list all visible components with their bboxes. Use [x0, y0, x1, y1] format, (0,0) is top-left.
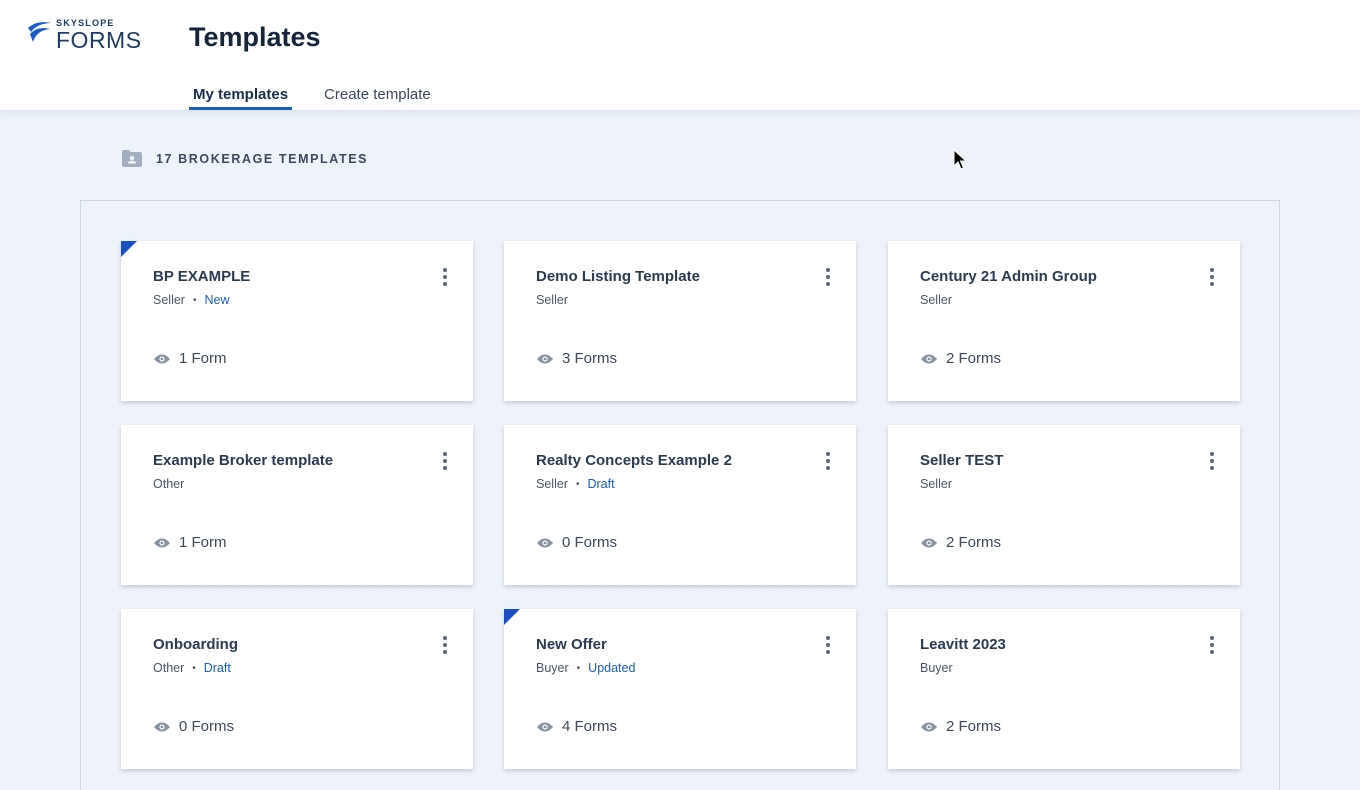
forms-count-label: 0 Forms: [179, 718, 235, 735]
section-heading: 17 BROKERAGE TEMPLATES: [122, 150, 368, 167]
template-card[interactable]: Seller TEST Seller 2 Forms: [888, 425, 1240, 585]
forms-count-label: 0 Forms: [562, 534, 618, 551]
template-type: Seller: [920, 477, 952, 491]
logo-wordmark: SKYSLOPE FORMS: [56, 18, 142, 52]
template-card[interactable]: BP EXAMPLE Seller • New 1 Form: [121, 241, 473, 401]
new-flag-marker: [121, 241, 137, 257]
template-meta: Buyer • Updated: [536, 661, 635, 675]
template-card[interactable]: Onboarding Other • Draft 0 Forms: [121, 609, 473, 769]
more-options-icon[interactable]: [822, 451, 834, 471]
tab-create-template[interactable]: Create template: [320, 82, 435, 110]
tab-my-templates[interactable]: My templates: [189, 82, 293, 110]
template-title: Century 21 Admin Group: [920, 268, 1097, 285]
eye-icon: [921, 722, 937, 731]
separator-dot: •: [575, 478, 580, 490]
template-card[interactable]: Leavitt 2023 Buyer 2 Forms: [888, 609, 1240, 769]
template-meta: Buyer: [920, 661, 953, 675]
eye-icon: [154, 722, 170, 731]
template-title: Leavitt 2023: [920, 636, 1006, 653]
template-title: Onboarding: [153, 636, 238, 653]
forms-count[interactable]: 2 Forms: [920, 718, 1001, 735]
template-card[interactable]: Realty Concepts Example 2 Seller • Draft 0 F…: [504, 425, 856, 585]
forms-count-label: 4 Forms: [562, 718, 618, 735]
template-type: Seller: [153, 293, 185, 307]
forms-count[interactable]: 2 Forms: [920, 534, 1001, 551]
template-meta: Seller • New: [153, 293, 230, 307]
more-options-icon[interactable]: [439, 635, 451, 655]
forms-count-label: 1 Form: [179, 350, 227, 367]
forms-count[interactable]: 1 Form: [153, 350, 227, 367]
template-card[interactable]: Example Broker template Other 1 Form: [121, 425, 473, 585]
template-title: BP EXAMPLE: [153, 268, 251, 285]
template-title: Demo Listing Template: [536, 268, 700, 285]
skyslope-forms-logo[interactable]: SKYSLOPE FORMS: [26, 18, 142, 52]
template-type: Seller: [920, 293, 952, 307]
template-title: Example Broker template: [153, 452, 334, 469]
forms-count-label: 3 Forms: [562, 350, 618, 367]
more-options-icon[interactable]: [822, 267, 834, 287]
template-status: Draft: [587, 477, 615, 491]
forms-count[interactable]: 0 Forms: [153, 718, 234, 735]
template-type: Seller: [536, 293, 568, 307]
template-meta: Seller: [920, 477, 952, 491]
forms-count-label: 2 Forms: [946, 350, 1002, 367]
page-title: Templates: [189, 22, 321, 52]
forms-count[interactable]: 0 Forms: [536, 534, 617, 551]
template-title: Seller TEST: [920, 452, 1004, 469]
template-type: Buyer: [920, 661, 953, 675]
forms-count-label: 1 Form: [179, 534, 227, 551]
more-options-icon[interactable]: [822, 635, 834, 655]
template-meta: Seller • Draft: [536, 477, 615, 491]
template-title: New Offer: [536, 636, 607, 653]
forms-count[interactable]: 4 Forms: [536, 718, 617, 735]
template-meta: Seller: [536, 293, 568, 307]
template-title: Realty Concepts Example 2: [536, 452, 732, 469]
template-card[interactable]: New Offer Buyer • Updated 4 Forms: [504, 609, 856, 769]
new-flag-marker: [504, 609, 520, 625]
more-options-icon[interactable]: [439, 267, 451, 287]
template-status: New: [204, 293, 230, 307]
more-options-icon[interactable]: [1206, 451, 1218, 471]
eye-icon: [154, 538, 170, 547]
template-meta: Other: [153, 477, 184, 491]
template-meta: Seller: [920, 293, 952, 307]
template-type: Other: [153, 477, 185, 491]
more-options-icon[interactable]: [439, 451, 451, 471]
logo-big-text: FORMS: [56, 27, 142, 53]
forms-count-label: 2 Forms: [946, 534, 1002, 551]
folder-user-icon: [122, 150, 142, 167]
skyslope-swoosh-icon: [28, 22, 51, 42]
mouse-pointer-icon: [953, 149, 967, 170]
separator-dot: •: [192, 294, 197, 306]
forms-count[interactable]: 2 Forms: [920, 350, 1001, 367]
template-status: Updated: [588, 661, 636, 675]
more-options-icon[interactable]: [1206, 267, 1218, 287]
forms-count-label: 2 Forms: [946, 718, 1002, 735]
eye-icon: [537, 354, 553, 363]
separator-dot: •: [192, 662, 196, 674]
template-type: Buyer: [536, 661, 569, 675]
template-card[interactable]: Century 21 Admin Group Seller 2 Forms: [888, 241, 1240, 401]
eye-icon: [537, 722, 553, 731]
template-type: Seller: [536, 477, 568, 491]
eye-icon: [154, 354, 170, 363]
app-header: SKYSLOPE FORMS Templates My templates Cr…: [0, 0, 1360, 110]
template-meta: Other • Draft: [153, 661, 231, 675]
template-card[interactable]: Demo Listing Template Seller 3 Forms: [504, 241, 856, 401]
tab-bar: My templates Create template: [189, 82, 463, 110]
forms-count[interactable]: 3 Forms: [536, 350, 617, 367]
more-options-icon[interactable]: [1206, 635, 1218, 655]
eye-icon: [921, 538, 937, 547]
template-status: Draft: [203, 661, 231, 675]
template-type: Other: [153, 661, 185, 675]
eye-icon: [537, 538, 553, 547]
separator-dot: •: [576, 662, 581, 674]
forms-count[interactable]: 1 Form: [153, 534, 227, 551]
eye-icon: [921, 354, 937, 363]
brokerage-templates-count: 17 BROKERAGE TEMPLATES: [156, 151, 369, 166]
